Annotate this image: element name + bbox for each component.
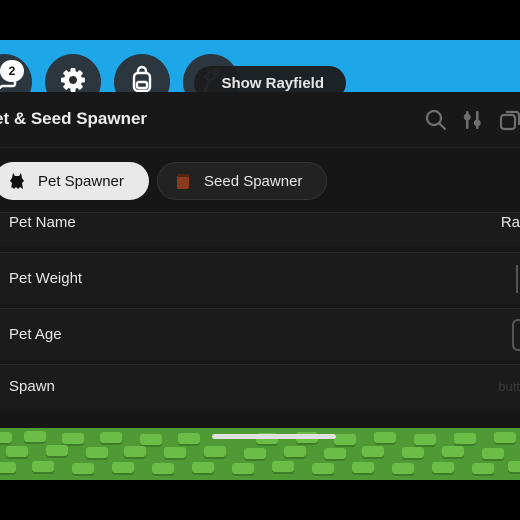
ground-stud — [32, 461, 54, 472]
rayfield-window: et & Seed Spawner Pet Spawner Seed Spawn… — [0, 92, 520, 428]
ground-stud — [272, 461, 294, 472]
ground-stud — [112, 462, 134, 473]
ground-stud — [6, 446, 28, 457]
spawn-button-hint[interactable]: butt — [498, 379, 520, 394]
ground-stud — [362, 446, 384, 457]
ground-stud — [432, 462, 454, 473]
tab-label: Pet Spawner — [38, 172, 124, 190]
pet-age-input[interactable] — [512, 319, 520, 351]
row-label: Pet Name — [9, 214, 76, 231]
ground-stud — [284, 446, 306, 457]
ground-stud — [334, 434, 356, 445]
ground-stud — [442, 446, 464, 457]
window-titlebar: et & Seed Spawner — [0, 92, 520, 148]
ground-stud — [392, 463, 414, 474]
pet-age-row[interactable]: Pet Age — [0, 308, 520, 360]
ground-stud — [140, 434, 162, 445]
ground-stud — [192, 462, 214, 473]
ground-stud — [86, 447, 108, 458]
ground-stud — [0, 462, 16, 473]
pet-name-row[interactable]: Pet Name Ra — [0, 212, 520, 246]
ground-stud — [494, 432, 516, 443]
ground-stud — [152, 463, 174, 474]
ground-stud — [472, 463, 494, 474]
ground-stud — [124, 446, 146, 457]
ground-stud — [204, 446, 226, 457]
ground-stud — [508, 461, 520, 472]
ground-stud — [178, 433, 200, 444]
row-label: Pet Age — [9, 326, 62, 343]
ground-stud — [164, 447, 186, 458]
window-title: et & Seed Spawner — [0, 109, 148, 128]
ground-stud — [0, 432, 12, 443]
ground-stud — [312, 463, 334, 474]
ground-stud — [72, 463, 94, 474]
home-indicator-bar[interactable] — [212, 434, 336, 439]
settings-sliders-icon[interactable] — [460, 108, 484, 132]
row-label: Spawn — [9, 378, 55, 395]
ground-stud — [324, 448, 346, 459]
spawn-row[interactable]: Spawn butt — [0, 364, 520, 410]
ground-stud — [482, 448, 504, 459]
ground-stud — [24, 431, 46, 442]
ground-stud — [414, 434, 436, 445]
window-icon[interactable] — [498, 108, 520, 132]
ground-stud — [62, 433, 84, 444]
tab-seed-spawner[interactable]: Seed Spawner — [157, 162, 327, 200]
ground-stud — [232, 463, 254, 474]
tab-label: Seed Spawner — [204, 172, 303, 190]
bottom-letterbox — [0, 480, 520, 520]
top-letterbox — [0, 0, 520, 40]
tab-pet-spawner[interactable]: Pet Spawner — [0, 162, 149, 200]
pet-weight-row[interactable]: Pet Weight — [0, 252, 520, 304]
ground-stud — [454, 433, 476, 444]
pet-name-dropdown[interactable]: Ra — [501, 214, 520, 231]
notification-badge: 2 — [0, 60, 24, 82]
ground-stud — [402, 447, 424, 458]
search-icon[interactable] — [424, 108, 448, 132]
pet-weight-input[interactable] — [516, 265, 520, 293]
ground-stud — [46, 445, 68, 456]
pet-icon — [8, 172, 26, 190]
ground-stud — [352, 462, 374, 473]
ground-stud — [374, 432, 396, 443]
ground-stud — [244, 448, 266, 459]
seed-pack-icon — [174, 172, 192, 190]
row-label: Pet Weight — [9, 270, 83, 287]
ground-stud — [100, 432, 122, 443]
